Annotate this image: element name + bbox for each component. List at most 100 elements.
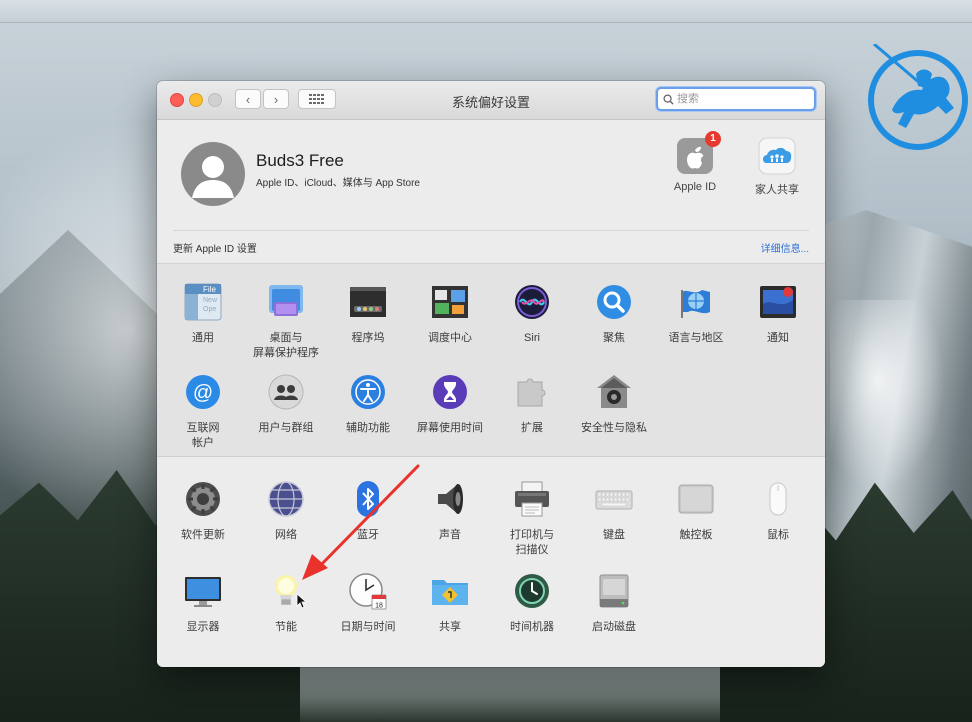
pane-date-time[interactable]: 18 日期与时间 — [326, 571, 410, 635]
svg-text:@: @ — [193, 382, 213, 404]
mouse-pointer-icon — [296, 593, 306, 609]
pane-label: Siri — [524, 332, 540, 344]
pane-software-update[interactable]: 软件更新 — [161, 479, 245, 543]
pane-displays[interactable]: 显示器 — [161, 571, 245, 635]
personal-preferences-section: File New Ope 通用 桌面与 屏幕保护程序 程序坞 调度中心 Siri… — [157, 263, 825, 456]
displays-icon — [185, 577, 221, 607]
pane-label: 互联网 帐户 — [186, 422, 220, 449]
pane-trackpad[interactable]: 触控板 — [654, 479, 738, 543]
apple-id-label: Apple ID — [673, 181, 717, 193]
pane-label: 用户与群组 — [258, 422, 314, 434]
pane-label: 安全性与隐私 — [581, 422, 647, 434]
accessibility-icon — [351, 375, 385, 409]
pane-dock[interactable]: 程序坞 — [326, 282, 410, 346]
desktop-screensaver-icon — [269, 285, 303, 316]
family-sharing-label: 家人共享 — [755, 184, 799, 196]
avatar[interactable] — [181, 142, 245, 206]
menu-bar — [0, 0, 972, 23]
time-machine-icon — [515, 574, 549, 608]
pane-label: 打印机与 扫描仪 — [510, 529, 554, 556]
security-privacy-icon — [597, 375, 631, 408]
wallpaper-valley — [300, 660, 720, 722]
pane-time-machine[interactable]: 时间机器 — [490, 571, 574, 635]
spotlight-icon — [597, 285, 631, 319]
pane-label: 日期与时间 — [340, 621, 396, 633]
knight-logo-icon — [868, 44, 968, 150]
family-sharing-icon — [757, 136, 797, 176]
search-field[interactable] — [656, 87, 816, 111]
internet-accounts-icon: @ — [186, 375, 220, 409]
calendar-day: 18 — [375, 603, 383, 610]
pane-internet-accounts[interactable]: @ 互联网 帐户 — [161, 372, 245, 451]
pane-security-privacy[interactable]: 安全性与隐私 — [572, 372, 656, 436]
language-region-icon — [681, 290, 710, 318]
family-sharing-pane[interactable]: 家人共享 — [741, 136, 813, 197]
bluetooth-icon — [357, 481, 379, 517]
pane-label: 时间机器 — [510, 621, 554, 633]
pane-label: 共享 — [439, 621, 461, 633]
network-icon — [268, 481, 304, 517]
pane-label: 节能 — [275, 621, 297, 633]
apple-id-icon: 1 — [675, 131, 721, 176]
printers-scanners-icon — [515, 481, 549, 517]
notification-badge: 1 — [705, 131, 721, 147]
apple-id-pane[interactable]: 1 Apple ID — [659, 131, 731, 193]
pane-desktop-screensaver[interactable]: 桌面与 屏幕保护程序 — [244, 282, 328, 361]
pane-users-groups[interactable]: 用户与群组 — [244, 372, 328, 436]
pane-mouse[interactable]: 鼠标 — [736, 479, 820, 543]
pane-label: 网络 — [275, 529, 297, 541]
account-subtitle: Apple ID、iCloud、媒体与 App Store — [256, 178, 420, 189]
svg-text:New: New — [203, 297, 218, 304]
pane-label: 程序坞 — [351, 332, 385, 344]
pane-keyboard[interactable]: 键盘 — [572, 479, 656, 543]
screen-time-icon — [433, 375, 467, 409]
notice-text: 更新 Apple ID 设置 — [173, 244, 257, 255]
sound-icon — [438, 484, 463, 514]
pane-sound[interactable]: 声音 — [408, 479, 492, 543]
svg-text:Ope: Ope — [203, 306, 216, 313]
system-preferences-window: ‹ › 系统偏好设置 搜索 Buds3 Free Apple ID、iCloud… — [157, 81, 825, 667]
account-header: Buds3 Free Apple ID、iCloud、媒体与 App Store… — [157, 120, 825, 230]
trackpad-icon — [678, 484, 714, 514]
pane-general[interactable]: File New Ope 通用 — [161, 282, 245, 346]
pane-label: 辅助功能 — [346, 422, 390, 434]
pane-bluetooth[interactable]: 蓝牙 — [326, 479, 410, 543]
pane-label: 蓝牙 — [357, 529, 379, 541]
siri-icon — [515, 285, 549, 319]
pane-label: 扩展 — [521, 422, 543, 434]
pane-accessibility[interactable]: 辅助功能 — [326, 372, 410, 436]
search-icon — [663, 93, 674, 105]
svg-text:File: File — [203, 285, 216, 294]
keyboard-icon — [595, 490, 633, 510]
pane-screen-time[interactable]: 屏幕使用时间 — [408, 372, 492, 436]
mouse-icon — [769, 482, 787, 516]
pane-label: 语言与地区 — [668, 332, 724, 344]
pane-printers-scanners[interactable]: 打印机与 扫描仪 — [490, 479, 574, 558]
pane-extensions[interactable]: 扩展 — [490, 372, 574, 436]
date-time-icon: 18 — [349, 573, 387, 610]
user-silhouette-icon — [192, 156, 234, 198]
wallpaper-snow — [830, 300, 950, 500]
pane-mission-control[interactable]: 调度中心 — [408, 282, 492, 346]
startup-disk-icon — [599, 574, 629, 608]
pane-label: 调度中心 — [428, 332, 472, 344]
pane-siri[interactable]: Siri — [490, 282, 574, 346]
pane-network[interactable]: 网络 — [244, 479, 328, 543]
mission-control-icon — [432, 286, 468, 318]
pane-spotlight[interactable]: 聚焦 — [572, 282, 656, 346]
apple-id-notice: 更新 Apple ID 设置 详细信息... — [173, 230, 809, 263]
users-groups-icon — [268, 374, 304, 410]
pane-energy-saver[interactable]: 节能 — [244, 571, 328, 635]
pane-label: 聚焦 — [603, 332, 625, 344]
search-input[interactable] — [674, 93, 807, 105]
pane-label: 声音 — [439, 529, 461, 541]
pane-label: 通用 — [192, 332, 214, 344]
pane-label: 显示器 — [186, 621, 220, 633]
pane-language-region[interactable]: 语言与地区 — [654, 282, 738, 346]
pane-notifications[interactable]: 通知 — [736, 282, 820, 346]
pane-startup-disk[interactable]: 启动磁盘 — [572, 571, 656, 635]
details-link[interactable]: 详细信息... — [761, 240, 809, 255]
sharing-icon — [432, 580, 468, 605]
pane-label: 启动磁盘 — [592, 621, 636, 633]
pane-sharing[interactable]: 共享 — [408, 571, 492, 635]
